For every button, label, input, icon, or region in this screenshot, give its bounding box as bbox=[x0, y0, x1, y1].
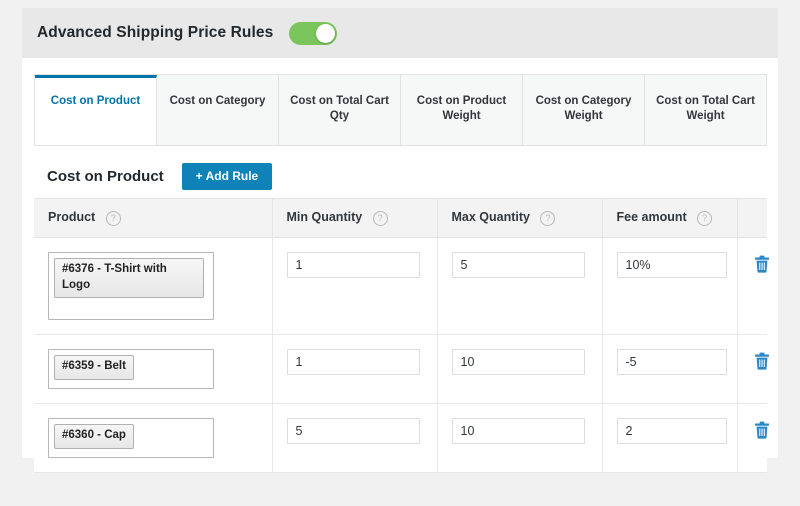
column-label: Fee amount bbox=[617, 210, 687, 224]
column-header-fee-amount: Fee amount ? bbox=[602, 199, 737, 238]
column-header-actions bbox=[737, 199, 767, 238]
tab-label: Cost on Total Cart Qty bbox=[279, 94, 400, 125]
enable-toggle[interactable] bbox=[289, 22, 337, 45]
help-icon[interactable]: ? bbox=[373, 211, 388, 226]
help-icon[interactable]: ? bbox=[106, 211, 121, 226]
column-label: Product bbox=[48, 210, 95, 224]
product-option-chip[interactable]: #6376 - T-Shirt with Logo bbox=[54, 258, 204, 298]
cell-product: #6359 - Belt bbox=[34, 335, 272, 404]
cell-max-quantity bbox=[437, 238, 602, 335]
fee-amount-input[interactable] bbox=[617, 252, 727, 278]
fee-amount-input[interactable] bbox=[617, 349, 727, 375]
column-header-max-quantity: Max Quantity ? bbox=[437, 199, 602, 238]
cell-min-quantity bbox=[272, 238, 437, 335]
tab-label: Cost on Category bbox=[170, 94, 266, 109]
table-row: #6376 - T-Shirt with Logo bbox=[34, 238, 767, 335]
cell-actions bbox=[737, 335, 767, 404]
section-header: Cost on Product + Add Rule bbox=[34, 154, 767, 198]
min-quantity-input[interactable] bbox=[287, 418, 420, 444]
product-option-chip[interactable]: #6359 - Belt bbox=[54, 355, 134, 380]
min-quantity-input[interactable] bbox=[287, 349, 420, 375]
trash-icon bbox=[754, 421, 770, 439]
plugin-header: Advanced Shipping Price Rules bbox=[22, 8, 778, 58]
cell-product: #6376 - T-Shirt with Logo bbox=[34, 238, 272, 335]
product-option-chip[interactable]: #6360 - Cap bbox=[54, 424, 134, 449]
fee-amount-input[interactable] bbox=[617, 418, 727, 444]
min-quantity-input[interactable] bbox=[287, 252, 420, 278]
trash-icon bbox=[754, 255, 770, 273]
column-label: Min Quantity bbox=[287, 210, 363, 224]
tab-cost-on-category[interactable]: Cost on Category bbox=[157, 75, 279, 145]
tab-cost-on-category-weight[interactable]: Cost on Category Weight bbox=[523, 75, 645, 145]
page-background: Advanced Shipping Price Rules Cost on Pr… bbox=[0, 0, 800, 506]
product-select[interactable]: #6359 - Belt bbox=[48, 349, 214, 389]
tab-cost-on-total-cart-qty[interactable]: Cost on Total Cart Qty bbox=[279, 75, 401, 145]
rules-table: Product ? Min Quantity ? Max Quantity ? … bbox=[34, 198, 767, 473]
page-title: Advanced Shipping Price Rules bbox=[37, 24, 273, 42]
cell-product: #6360 - Cap bbox=[34, 404, 272, 473]
cell-fee-amount bbox=[602, 335, 737, 404]
rules-card: Cost on Product Cost on Category Cost on… bbox=[22, 58, 778, 458]
cell-actions bbox=[737, 404, 767, 473]
tab-label: Cost on Category Weight bbox=[523, 94, 644, 125]
cell-fee-amount bbox=[602, 238, 737, 335]
cell-min-quantity bbox=[272, 335, 437, 404]
product-select[interactable]: #6376 - T-Shirt with Logo bbox=[48, 252, 214, 320]
delete-rule-button[interactable] bbox=[754, 255, 770, 273]
column-header-product: Product ? bbox=[34, 199, 272, 238]
toggle-knob bbox=[316, 24, 335, 43]
trash-icon bbox=[754, 352, 770, 370]
cell-max-quantity bbox=[437, 335, 602, 404]
help-icon[interactable]: ? bbox=[697, 211, 712, 226]
table-header-row: Product ? Min Quantity ? Max Quantity ? … bbox=[34, 199, 767, 238]
max-quantity-input[interactable] bbox=[452, 349, 585, 375]
tab-bar: Cost on Product Cost on Category Cost on… bbox=[34, 74, 767, 146]
tab-cost-on-total-cart-weight[interactable]: Cost on Total Cart Weight bbox=[645, 75, 766, 145]
max-quantity-input[interactable] bbox=[452, 418, 585, 444]
table-row: #6360 - Cap bbox=[34, 404, 767, 473]
cell-actions bbox=[737, 238, 767, 335]
cell-fee-amount bbox=[602, 404, 737, 473]
column-header-min-quantity: Min Quantity ? bbox=[272, 199, 437, 238]
help-icon[interactable]: ? bbox=[540, 211, 555, 226]
tab-cost-on-product-weight[interactable]: Cost on Product Weight bbox=[401, 75, 523, 145]
tab-label: Cost on Product Weight bbox=[401, 94, 522, 125]
tab-label: Cost on Total Cart Weight bbox=[645, 94, 766, 125]
tab-cost-on-product[interactable]: Cost on Product bbox=[35, 75, 157, 145]
cell-max-quantity bbox=[437, 404, 602, 473]
cell-min-quantity bbox=[272, 404, 437, 473]
delete-rule-button[interactable] bbox=[754, 421, 770, 439]
product-select[interactable]: #6360 - Cap bbox=[48, 418, 214, 458]
column-label: Max Quantity bbox=[452, 210, 531, 224]
delete-rule-button[interactable] bbox=[754, 352, 770, 370]
max-quantity-input[interactable] bbox=[452, 252, 585, 278]
add-rule-button[interactable]: + Add Rule bbox=[182, 163, 273, 190]
section-title: Cost on Product bbox=[47, 168, 164, 185]
table-row: #6359 - Belt bbox=[34, 335, 767, 404]
tab-label: Cost on Product bbox=[51, 94, 140, 109]
